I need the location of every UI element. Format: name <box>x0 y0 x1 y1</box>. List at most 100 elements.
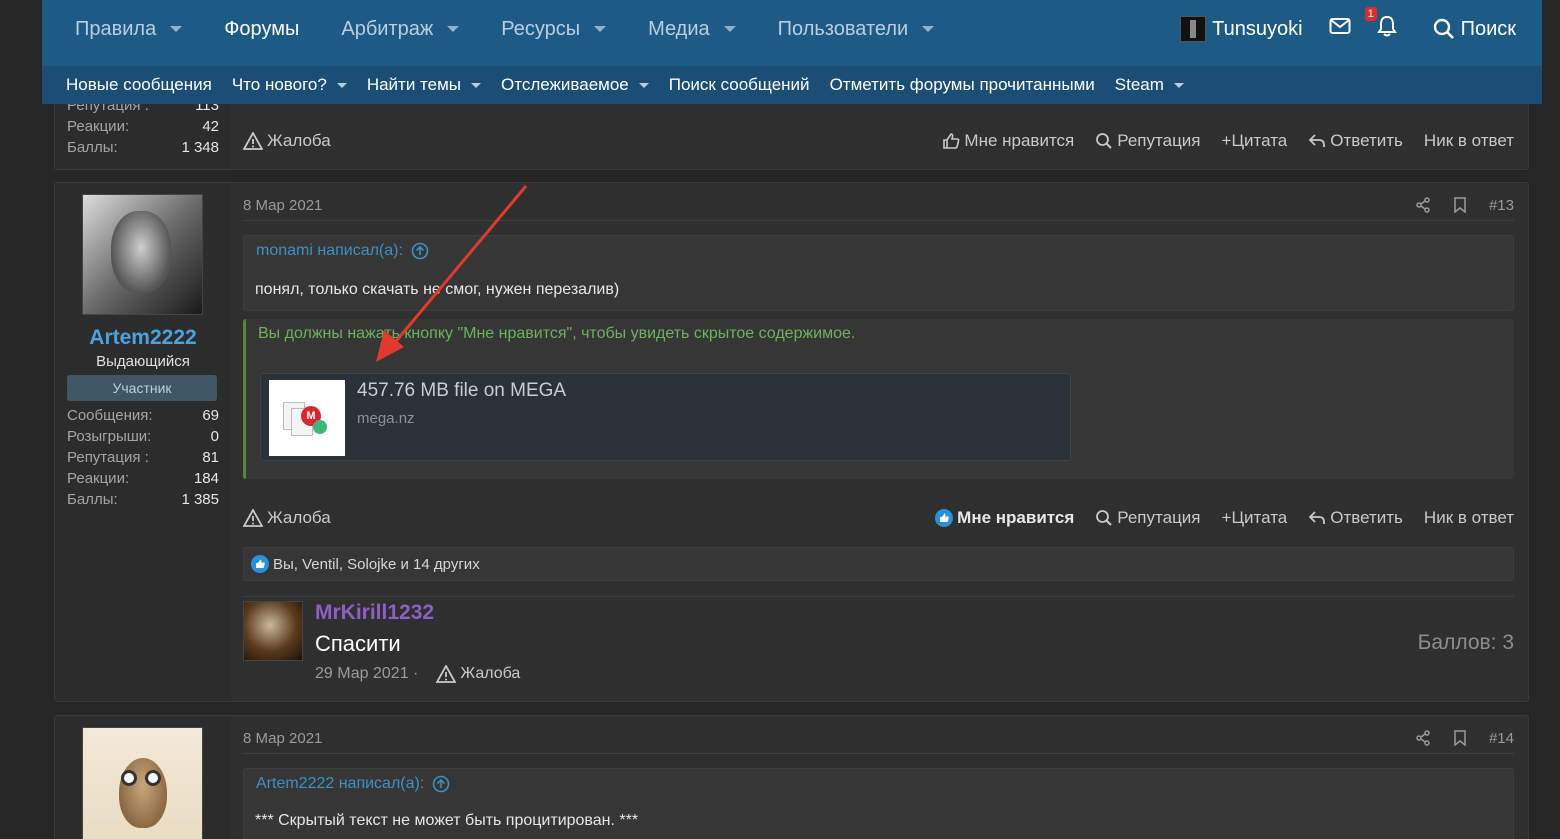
quote-author-link[interactable]: monami написал(а): <box>256 242 429 260</box>
envelope-icon[interactable] <box>1329 17 1351 41</box>
nick-reply-button[interactable]: Ник в ответ <box>1424 131 1514 151</box>
stat-row: Баллы: 1 385 <box>67 491 219 508</box>
like-button[interactable]: Мне нравится <box>942 131 1074 151</box>
avatar[interactable] <box>82 194 203 315</box>
comment-date[interactable]: 29 Мар 2021 · <box>315 665 418 683</box>
stat-row: Реакции: 184 <box>67 470 219 487</box>
tab-resources[interactable]: Ресурсы <box>501 18 607 41</box>
chevron-down-icon[interactable] <box>922 26 935 32</box>
quote-button[interactable]: +Цитата <box>1222 131 1288 151</box>
like-reaction-icon <box>251 555 269 573</box>
hidden-content-notice: Вы должны нажать кнопку "Мне нравится", … <box>258 325 856 342</box>
avatar[interactable] <box>243 601 303 661</box>
tab-rules[interactable]: Правила <box>75 18 183 41</box>
reputation-button[interactable]: Репутация <box>1095 131 1201 151</box>
check-icon <box>313 420 327 434</box>
user-stats: Сообщения: 69 Розыгрыши: 0 Репутация :81 Р… <box>67 405 219 510</box>
chevron-down-icon[interactable] <box>336 82 347 88</box>
user-stats: Репутация :113 Реакции: 42 Баллы: 1 348 <box>67 95 219 158</box>
link-preview-card[interactable]: M 457.76 MB file on MEGA mega.nz <box>260 373 1071 461</box>
subnav-steam[interactable]: Steam <box>1115 75 1184 95</box>
account-username: Tunsuyoki <box>1212 17 1303 40</box>
post-date[interactable]: 8 Мар 2021 <box>243 730 322 747</box>
stat-row: Розыгрыши: 0 <box>67 428 219 445</box>
post-number[interactable]: #13 <box>1489 197 1514 214</box>
share-icon[interactable] <box>1415 197 1431 213</box>
reactions-bar[interactable]: Вы, Ventil, Solojke и 14 других <box>243 547 1514 581</box>
search-icon <box>1433 18 1454 39</box>
chevron-down-icon[interactable] <box>1173 82 1184 88</box>
reactions-text: Вы, Ventil, Solojke и 14 других <box>273 555 480 573</box>
chevron-down-icon[interactable] <box>471 82 482 88</box>
share-icon[interactable] <box>1415 730 1431 746</box>
stat-row: Сообщения: 69 <box>67 407 219 424</box>
stat-row: Репутация :81 <box>67 449 219 466</box>
account-menu[interactable]: Tunsuyoki <box>1180 16 1303 42</box>
user-title: Выдающийся <box>96 353 190 370</box>
tab-forums[interactable]: Форумы <box>224 18 299 41</box>
chevron-down-icon[interactable] <box>594 26 607 32</box>
chevron-down-icon[interactable] <box>447 26 460 32</box>
notification-badge: 1 <box>1364 7 1377 21</box>
subnav-whats-new[interactable]: Что нового? <box>232 75 347 95</box>
report-button[interactable]: Жалоба <box>243 508 331 528</box>
post-number[interactable]: #14 <box>1489 730 1514 747</box>
comment-report-button[interactable]: Жалоба <box>436 665 520 683</box>
profile-comment: MrKirill1232 Спасити 29 Мар 2021 · Жалоб… <box>243 601 1514 683</box>
warning-icon <box>243 509 263 527</box>
subnav-new-posts[interactable]: Новые сообщения <box>66 75 212 95</box>
divider <box>243 753 1514 754</box>
quote-author-link[interactable]: Artem2222 написал(а): <box>256 775 450 793</box>
reply-button[interactable]: Ответить <box>1308 131 1403 151</box>
hidden-content-box: Вы должны нажать кнопку "Мне нравится", … <box>243 319 1514 479</box>
post-meta: 8 Мар 2021 #14 <box>243 727 1514 749</box>
tab-users[interactable]: Пользователи <box>778 18 935 41</box>
bookmark-icon[interactable] <box>1453 197 1467 213</box>
search-icon <box>1096 133 1112 149</box>
reply-icon <box>1308 511 1326 524</box>
arrow-up-circle-icon[interactable] <box>411 242 429 260</box>
notifications-button[interactable]: 1 <box>1364 7 1397 43</box>
like-reaction-icon <box>935 509 954 527</box>
link-domain: mega.nz <box>357 410 415 427</box>
quote-text: *** Скрытый текст не может быть процитир… <box>255 812 639 829</box>
comment-text: Спасити <box>315 631 401 656</box>
arrow-up-circle-icon[interactable] <box>432 775 450 793</box>
bookmark-icon[interactable] <box>1453 730 1467 746</box>
report-button[interactable]: Жалоба <box>243 131 331 151</box>
subnav-watched[interactable]: Отслеживаемое <box>501 75 649 95</box>
comment-author[interactable]: MrKirill1232 <box>315 601 434 625</box>
chevron-down-icon[interactable] <box>170 26 183 32</box>
post-date[interactable]: 8 Мар 2021 <box>243 197 322 214</box>
avatar <box>1180 16 1207 42</box>
user-group-badge: Участник <box>67 375 217 401</box>
subnav-mark-read[interactable]: Отметить форумы прочитанными <box>830 75 1095 95</box>
subnav-find-threads[interactable]: Найти темы <box>367 75 482 95</box>
divider <box>243 596 1514 597</box>
chevron-down-icon[interactable] <box>638 82 649 88</box>
chevron-down-icon[interactable] <box>723 26 736 32</box>
like-button[interactable]: Мне нравится <box>935 508 1074 528</box>
nick-reply-button[interactable]: Ник в ответ <box>1424 508 1514 528</box>
post-username[interactable]: Artem2222 <box>55 326 231 350</box>
bell-icon <box>1376 15 1397 37</box>
search-label: Поиск <box>1460 17 1516 40</box>
top-navigation: Правила Форумы Арбитраж Ресурсы Медиа По… <box>42 0 1542 104</box>
link-title[interactable]: 457.76 MB file on MEGA <box>357 380 566 402</box>
post-14: 8 Мар 2021 #14 Artem2222 написал(а): ***… <box>54 715 1529 839</box>
thumbs-up-icon <box>943 133 960 149</box>
reply-button[interactable]: Ответить <box>1308 508 1403 528</box>
comment-meta: 29 Мар 2021 · Жалоба <box>315 665 520 683</box>
avatar[interactable] <box>82 727 203 839</box>
reputation-button[interactable]: Репутация <box>1095 508 1201 528</box>
stat-row: Реакции: 42 <box>67 118 219 135</box>
tab-arbitration[interactable]: Арбитраж <box>341 18 460 41</box>
comment-score: Баллов: 3 <box>1417 631 1514 654</box>
post-meta: 8 Мар 2021 #13 <box>243 194 1514 216</box>
tab-media[interactable]: Медиа <box>648 18 736 41</box>
search-button[interactable]: Поиск <box>1433 18 1516 41</box>
subnav-search-posts[interactable]: Поиск сообщений <box>669 75 810 95</box>
quote-button[interactable]: +Цитата <box>1222 508 1288 528</box>
warning-icon <box>243 132 263 150</box>
search-icon <box>1096 510 1112 526</box>
